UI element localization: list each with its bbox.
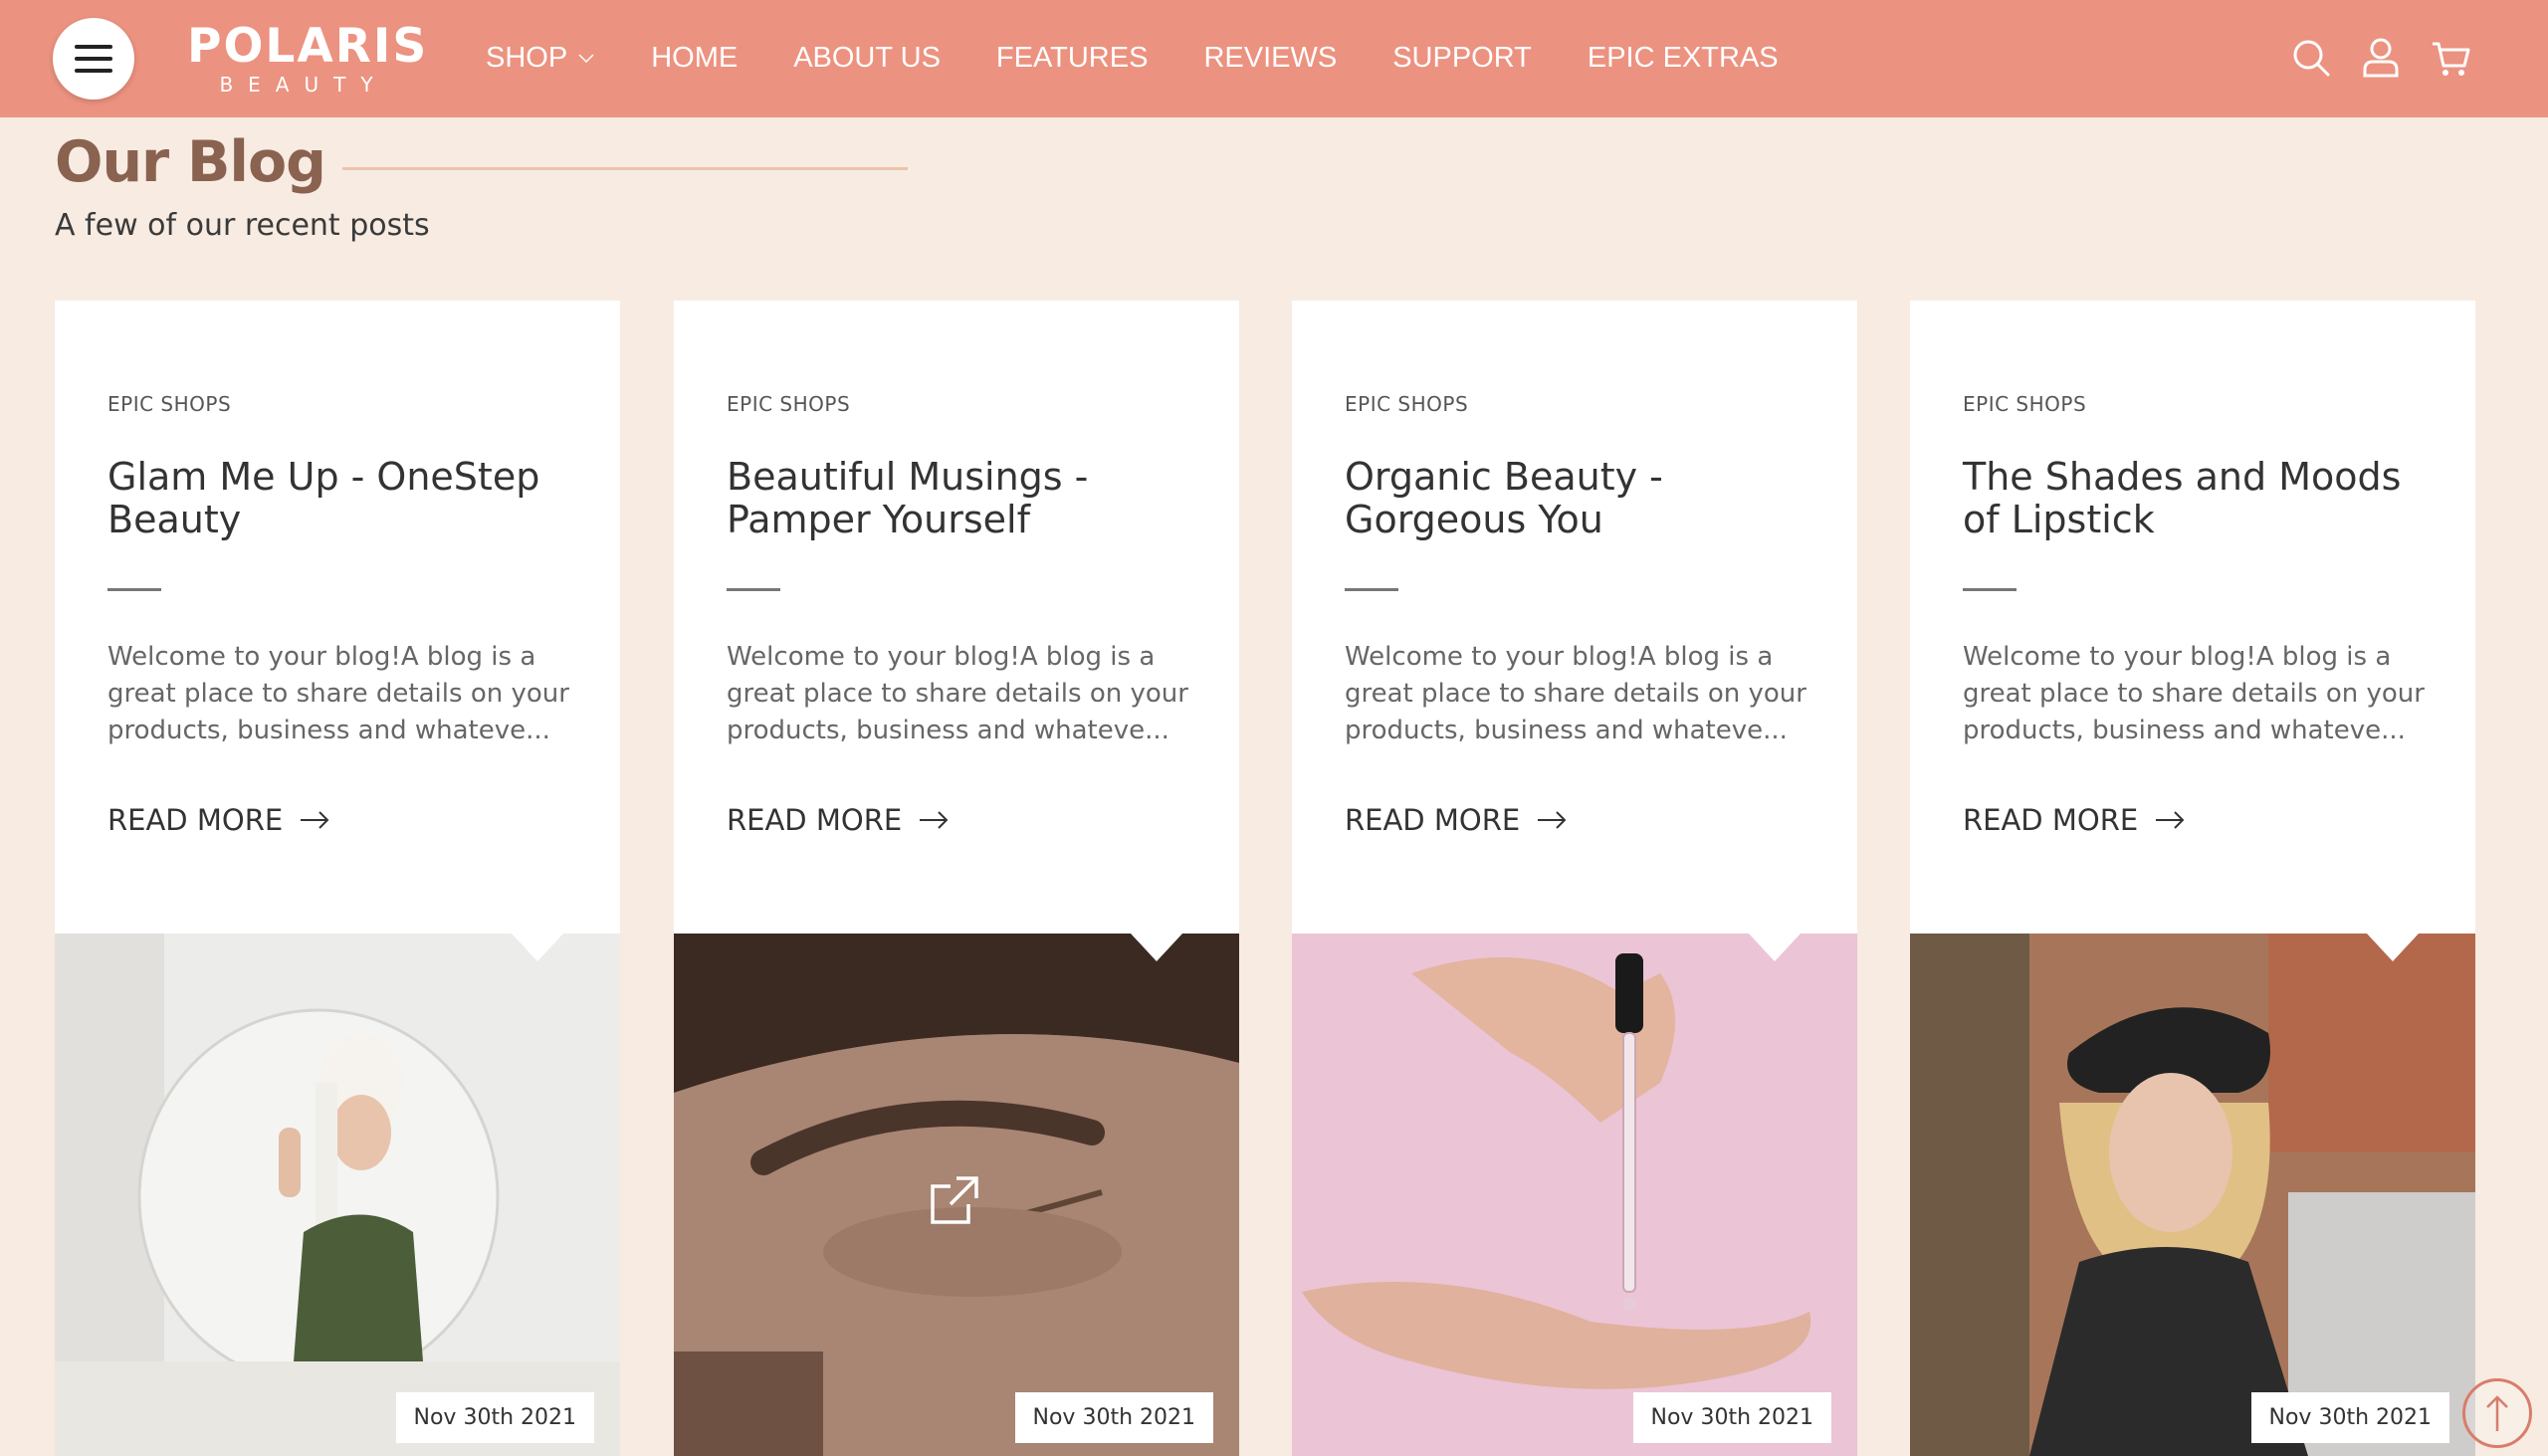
nav-item-about-us[interactable]: ABOUT US (793, 42, 941, 75)
post-title[interactable]: Organic Beauty - Gorgeous You (1345, 456, 1812, 541)
post-excerpt: Welcome to your blog!A blog is a great p… (107, 642, 569, 745)
external-link-icon[interactable] (927, 1172, 982, 1228)
post-divider (1345, 588, 1398, 591)
search-icon[interactable] (2291, 36, 2331, 80)
site-logo[interactable]: POLARIS BEAUTY (187, 19, 429, 98)
nav-item-epic-extras[interactable]: EPIC EXTRAS (1588, 42, 1779, 75)
blog-card: EPIC SHOPS Organic Beauty - Gorgeous You… (1292, 301, 1857, 1456)
post-divider (107, 588, 161, 591)
nav-item-features[interactable]: FEATURES (996, 42, 1149, 75)
arrow-right-icon (920, 811, 949, 829)
menu-icon (75, 45, 112, 49)
blog-subtitle: A few of our recent posts (55, 208, 430, 243)
arrow-right-icon (2156, 811, 2185, 829)
header-actions (2291, 36, 2470, 80)
post-date: Nov 30th 2021 (2250, 1392, 2449, 1443)
post-category[interactable]: EPIC SHOPS (1345, 392, 1468, 416)
read-more-link[interactable]: READ MORE (1345, 803, 1568, 837)
card-notch (1749, 934, 1801, 961)
woman-mirror-image (55, 934, 620, 1456)
post-image[interactable]: Nov 30th 2021 (55, 934, 620, 1456)
read-more-link[interactable]: READ MORE (1963, 803, 2186, 837)
main-nav: SHOP HOME ABOUT US FEATURES REVIEWS SUPP… (486, 38, 1834, 78)
arrow-right-icon (1538, 811, 1567, 829)
blog-card: EPIC SHOPS Glam Me Up - OneStep Beauty W… (55, 301, 620, 1456)
post-image[interactable]: Nov 30th 2021 (674, 934, 1239, 1456)
post-date: Nov 30th 2021 (1632, 1392, 1831, 1443)
post-date: Nov 30th 2021 (395, 1392, 594, 1443)
title-divider (342, 167, 908, 170)
post-date: Nov 30th 2021 (1014, 1392, 1213, 1443)
post-excerpt: Welcome to your blog!A blog is a great p… (1963, 642, 2425, 745)
card-notch (512, 934, 563, 961)
woman-beret-image (1910, 934, 2475, 1456)
nav-item-home[interactable]: HOME (651, 42, 738, 75)
post-title[interactable]: Glam Me Up - OneStep Beauty (107, 456, 575, 541)
post-category[interactable]: EPIC SHOPS (727, 392, 850, 416)
nav-item-shop[interactable]: SHOP (486, 42, 595, 75)
post-image[interactable]: Nov 30th 2021 (1292, 934, 1857, 1456)
logo-brand: POLARIS (187, 19, 429, 74)
card-notch (1131, 934, 1182, 961)
nav-item-support[interactable]: SUPPORT (1392, 42, 1532, 75)
read-more-link[interactable]: READ MORE (727, 803, 950, 837)
scroll-to-top-button[interactable] (2462, 1378, 2532, 1448)
blog-card: EPIC SHOPS Beautiful Musings - Pamper Yo… (674, 301, 1239, 1456)
serum-dropper-image (1292, 934, 1857, 1456)
hamburger-menu-button[interactable] (53, 18, 134, 100)
post-divider (727, 588, 780, 591)
chevron-down-icon (578, 54, 594, 64)
blog-title: Our Blog (55, 129, 326, 195)
cart-icon[interactable] (2431, 36, 2470, 80)
post-divider (1963, 588, 2017, 591)
read-more-link[interactable]: READ MORE (107, 803, 330, 837)
user-icon[interactable] (2361, 36, 2401, 80)
post-category[interactable]: EPIC SHOPS (1963, 392, 2086, 416)
arrow-up-icon (2486, 1395, 2508, 1431)
post-category[interactable]: EPIC SHOPS (107, 392, 231, 416)
post-image[interactable]: Nov 30th 2021 (1910, 934, 2475, 1456)
arrow-right-icon (301, 811, 329, 829)
logo-subtitle: BEAUTY (219, 73, 388, 97)
post-title[interactable]: Beautiful Musings - Pamper Yourself (727, 456, 1194, 541)
card-notch (2367, 934, 2419, 961)
post-title[interactable]: The Shades and Moods of Lipstick (1963, 456, 2431, 541)
nav-item-reviews[interactable]: REVIEWS (1203, 42, 1337, 75)
blog-card: EPIC SHOPS The Shades and Moods of Lipst… (1910, 301, 2475, 1456)
post-excerpt: Welcome to your blog!A blog is a great p… (1345, 642, 1806, 745)
site-header: POLARIS BEAUTY SHOP HOME ABOUT US FEATUR… (0, 0, 2548, 117)
post-excerpt: Welcome to your blog!A blog is a great p… (727, 642, 1188, 745)
